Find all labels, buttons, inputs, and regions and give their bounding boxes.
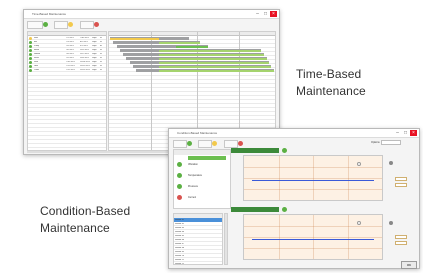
cbm-toolbar-status-icon-3 xyxy=(238,140,243,146)
tbm-table-header xyxy=(28,32,106,36)
cbm-titlebar: Condition-Based Maintenance – □ × xyxy=(169,129,419,138)
cbm-chart-2-tab[interactable] xyxy=(231,207,279,212)
tbm-toolbar-status-icon-1 xyxy=(43,21,48,27)
tbm-toolbar xyxy=(24,18,279,30)
condition-based-caption-line-2: Maintenance xyxy=(40,221,110,235)
sensor-list-item[interactable]: Sensor 10 xyxy=(175,255,184,258)
cbm-options-field[interactable] xyxy=(381,140,401,145)
tbm-task-table: Filter 7/1 2021 7/30 2021 Days 30 Belt 7/3 202… xyxy=(27,31,107,151)
cbm-chart-2-legend-field-2[interactable] xyxy=(395,241,407,245)
cbm-chart-1-marker xyxy=(357,162,362,167)
status-item-label: Vibration xyxy=(188,163,198,166)
tbm-toolbar-button-3[interactable] xyxy=(80,21,94,29)
cbm-ok-button[interactable]: OK xyxy=(401,261,417,269)
cbm-chart-1-plot xyxy=(243,155,383,201)
time-based-caption: Time-Based Maintenance xyxy=(296,66,366,100)
minimize-icon[interactable]: – xyxy=(394,130,401,136)
gantt-progress-bar xyxy=(159,41,201,44)
sensor-list-item[interactable]: Sensor 03 xyxy=(175,227,184,230)
cbm-toolbar-status-icon-2 xyxy=(212,140,217,146)
cbm-options-label: Options xyxy=(371,141,380,144)
tbm-table-cell: 90 xyxy=(100,69,103,71)
gantt-progress-bar xyxy=(159,49,261,52)
cbm-toolbar-button-2[interactable] xyxy=(198,140,212,148)
sensor-list-item[interactable]: Sensor 07 xyxy=(175,243,184,246)
cbm-status-panel: Vibration Temperature Pressure Current xyxy=(173,149,231,209)
cbm-chart-1-status-icon xyxy=(282,148,287,153)
minimize-icon[interactable]: – xyxy=(254,11,261,17)
tbm-table-row[interactable]: Chain 7/12 2021 10/12 2021 Days 90 xyxy=(28,69,106,73)
cbm-sensor-list: Sensor 01 Sensor 02 Sensor 03 Sensor 04 Sens… xyxy=(173,213,223,265)
status-light-icon xyxy=(177,184,182,189)
cbm-sensor-list-scroll[interactable] xyxy=(224,213,228,265)
sensor-list-item[interactable]: Sensor 01 xyxy=(175,219,184,222)
sensor-list-item[interactable]: Sensor 08 xyxy=(175,247,184,250)
status-dot-icon xyxy=(29,69,32,72)
cbm-chart-2-legend-field-1[interactable] xyxy=(395,235,407,239)
gantt-progress-bar xyxy=(110,37,160,40)
gantt-progress-bar xyxy=(159,53,265,56)
gantt-progress-bar xyxy=(159,57,268,60)
status-item-label: Current xyxy=(188,196,197,199)
cbm-toolbar-button-3[interactable] xyxy=(224,140,238,148)
cbm-chart-2-legend-icon xyxy=(389,221,393,225)
cbm-toolbar-button-1[interactable] xyxy=(173,140,187,148)
cbm-chart-1-tab[interactable] xyxy=(231,148,279,153)
close-icon[interactable]: × xyxy=(410,130,417,136)
maximize-icon[interactable]: □ xyxy=(262,11,269,17)
tbm-table-cell: 10/12 2021 xyxy=(80,69,91,71)
tbm-table-cell: Days xyxy=(92,69,97,71)
status-light-icon xyxy=(177,173,182,178)
gantt-progress-bar xyxy=(159,69,274,72)
status-light-icon xyxy=(177,195,182,200)
status-item-label: Temperature xyxy=(188,174,203,177)
maximize-icon[interactable]: □ xyxy=(402,130,409,136)
tbm-toolbar-status-icon-3 xyxy=(94,21,99,27)
cbm-chart-1-legend-icon xyxy=(389,161,393,165)
time-based-caption-line-1: Time-Based xyxy=(296,67,362,81)
tbm-toolbar-button-2[interactable] xyxy=(54,21,68,29)
tbm-table-cell: 7/12 2021 xyxy=(66,69,75,71)
cbm-window-title: Condition-Based Maintenance xyxy=(177,131,218,135)
condition-based-caption: Condition-Based Maintenance xyxy=(40,203,130,237)
sensor-list-item[interactable]: Sensor 06 xyxy=(175,239,184,242)
cbm-chart-1-trend-line xyxy=(252,180,374,182)
cbm-status-highlight xyxy=(188,156,226,160)
cbm-chart-2-status-icon xyxy=(282,207,287,212)
gantt-progress-bar xyxy=(159,61,270,64)
close-icon[interactable]: × xyxy=(270,11,277,17)
tbm-gantt-header xyxy=(109,32,275,36)
status-light-icon xyxy=(177,162,182,167)
cbm-chart-2-trend-line xyxy=(252,239,374,241)
cbm-chart-1-legend-field-1[interactable] xyxy=(395,177,407,181)
tbm-toolbar-button-1[interactable] xyxy=(27,21,43,29)
sensor-list-item[interactable]: Sensor 12 xyxy=(175,263,184,266)
sensor-list-item[interactable]: Sensor 02 xyxy=(175,223,184,226)
time-based-caption-line-2: Maintenance xyxy=(296,84,366,98)
condition-based-caption-line-1: Condition-Based xyxy=(40,204,131,218)
tbm-window-title: Time-Based Maintenance xyxy=(32,12,67,16)
tbm-table-cell: Chain xyxy=(34,69,40,71)
sensor-list-item[interactable]: Sensor 04 xyxy=(175,231,184,234)
gantt-progress-bar xyxy=(159,65,271,68)
tbm-toolbar-status-icon-2 xyxy=(68,21,73,27)
cbm-toolbar-status-icon-1 xyxy=(187,140,192,146)
sensor-list-item[interactable]: Sensor 09 xyxy=(175,251,184,254)
cbm-chart-2-plot xyxy=(243,214,383,260)
cbm-window: Condition-Based Maintenance – □ × Option… xyxy=(168,128,420,269)
cbm-chart-1-legend-field-2[interactable] xyxy=(395,183,407,187)
cbm-chart-2-marker xyxy=(357,221,362,226)
sensor-list-item[interactable]: Sensor 11 xyxy=(175,259,184,262)
status-item-label: Pressure xyxy=(188,185,199,188)
cbm-status-header xyxy=(174,150,230,155)
gantt-progress-bar xyxy=(175,45,209,48)
sensor-list-item[interactable]: Sensor 05 xyxy=(175,235,184,238)
